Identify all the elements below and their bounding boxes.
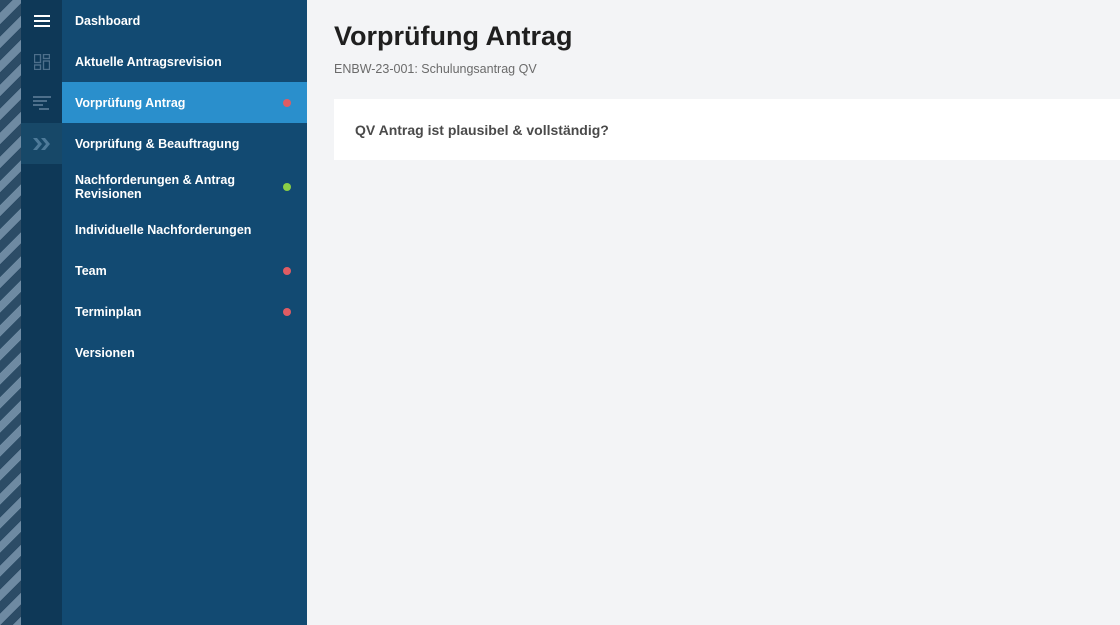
sidebar-item-terminplan[interactable]: Terminplan: [62, 291, 307, 332]
app-root: Dashboard Aktuelle Antragsrevision Vorpr…: [0, 0, 1120, 625]
page-title: Vorprüfung Antrag: [334, 21, 573, 51]
sidebar-item-versionen[interactable]: Versionen: [62, 332, 307, 373]
filter-rail-button[interactable]: [21, 82, 62, 123]
double-chevron-right-icon: [32, 137, 50, 150]
sidebar-item-dashboard[interactable]: Dashboard: [62, 0, 307, 41]
sidebar-item-individuelle-nachforderungen[interactable]: Individuelle Nachforderungen: [62, 209, 307, 250]
page-subtitle: ENBW-23-001: Schulungsantrag QV: [334, 62, 537, 76]
sidebar-item-nachforderungen-revisionen[interactable]: Nachforderungen & Antrag Revisionen: [62, 164, 307, 209]
status-dot-red: [283, 266, 291, 275]
main-content: Vorprüfung Antrag ENBW-23-001: Schulungs…: [307, 0, 1120, 625]
dashboard-grid-icon: [33, 53, 50, 70]
icon-rail: [21, 0, 62, 625]
sidebar-item-label: Versionen: [75, 345, 135, 360]
sidebar-item-label: Nachforderungen & Antrag Revisionen: [75, 172, 235, 201]
status-dot-green: [283, 182, 291, 191]
sidebar-item-aktuelle-antragsrevision[interactable]: Aktuelle Antragsrevision: [62, 41, 307, 82]
sidebar-item-label: Vorprüfung & Beauftragung: [75, 136, 240, 151]
decorative-stripe-strip: [0, 0, 21, 625]
filter-lines-icon: [32, 95, 51, 110]
sidebar-item-label: Aktuelle Antragsrevision: [75, 54, 222, 69]
sidebar-item-team[interactable]: Team: [62, 250, 307, 291]
sidebar-item-label: Team: [75, 263, 107, 278]
collapse-rail-button[interactable]: [21, 123, 62, 164]
sidebar-item-vorpruefung-beauftragung[interactable]: Vorprüfung & Beauftragung: [62, 123, 307, 164]
sidebar-item-label: Individuelle Nachforderungen: [75, 222, 252, 237]
check-question-text: QV Antrag ist plausibel & vollständig?: [355, 122, 609, 138]
menu-toggle-button[interactable]: [21, 0, 62, 41]
status-dot-red: [283, 98, 291, 107]
sidebar-nav: Dashboard Aktuelle Antragsrevision Vorpr…: [62, 0, 307, 625]
sidebar-item-label: Vorprüfung Antrag: [75, 95, 186, 110]
check-question-card: QV Antrag ist plausibel & vollständig?: [334, 99, 1120, 160]
status-dot-red: [283, 307, 291, 316]
hamburger-menu-icon: [33, 14, 50, 27]
sidebar-item-label: Dashboard: [75, 13, 141, 28]
sidebar-item-vorpruefung-antrag[interactable]: Vorprüfung Antrag: [62, 82, 307, 123]
sidebar-item-label: Terminplan: [75, 304, 142, 319]
dashboard-rail-button[interactable]: [21, 41, 62, 82]
